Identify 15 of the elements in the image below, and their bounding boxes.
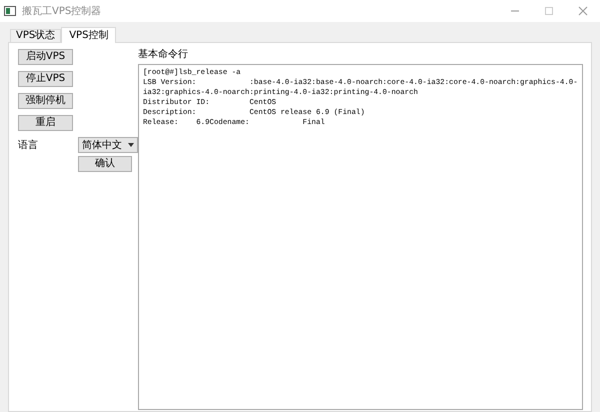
action-button[interactable]: 停止VPS xyxy=(18,71,73,87)
action-button[interactable]: 启动VPS xyxy=(18,49,73,65)
caret-icon xyxy=(128,143,134,147)
action-button[interactable]: 强制停机 xyxy=(18,93,73,109)
action-button[interactable]: 重启 xyxy=(18,115,73,131)
confirm-button[interactable]: 确认 xyxy=(78,156,132,172)
close-icon[interactable] xyxy=(578,6,588,16)
tab[interactable]: VPS控制 xyxy=(61,27,116,43)
app-icon xyxy=(4,5,16,17)
console-label: 基本命令行 xyxy=(138,48,189,62)
tab[interactable]: VPS状态 xyxy=(10,29,62,42)
language-label: 语言 xyxy=(18,138,39,152)
window-title: 搬瓦工VPS控制器 xyxy=(22,4,102,18)
maximize-icon[interactable] xyxy=(544,6,554,16)
language-dropdown[interactable]: 简体中文 xyxy=(78,137,138,153)
